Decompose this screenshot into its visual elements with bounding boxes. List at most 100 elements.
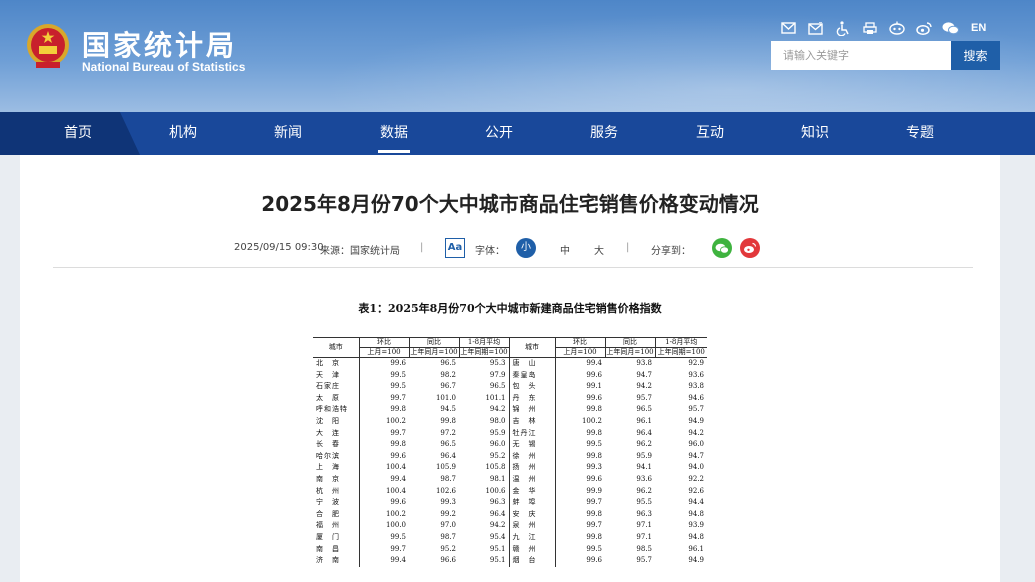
share-wechat-icon[interactable] — [712, 238, 732, 258]
index-cell: 99.7 — [358, 543, 409, 556]
city-cell: 宁 波 — [316, 498, 340, 507]
font-size-toggle[interactable]: Aa — [445, 238, 465, 258]
index-cell: 99.8 — [554, 508, 605, 521]
robot-icon[interactable] — [888, 20, 905, 36]
weibo-icon[interactable] — [915, 20, 932, 36]
col-subheader-mom: 上月=100 — [554, 347, 605, 358]
index-cell: 98.7 — [440, 474, 456, 483]
city-cell: 上 海 — [316, 463, 340, 472]
city-cell: 吉 林 — [508, 415, 555, 428]
print-icon[interactable] — [861, 20, 878, 36]
city-cell: 太 原 — [316, 393, 340, 402]
city-cell: 包 头 — [508, 381, 555, 393]
index-cell: 94.9 — [688, 416, 704, 425]
article-source: 来源：国家统计局 — [320, 246, 400, 257]
index-cell: 95.2 — [440, 544, 456, 553]
col-header-avg: 1-8月平均 — [458, 337, 509, 348]
index-cell: 99.6 — [554, 473, 605, 486]
publish-date: 2025/09/15 09:30 — [234, 242, 324, 253]
english-link[interactable]: EN — [971, 22, 986, 34]
national-emblem-icon[interactable] — [24, 22, 72, 72]
nav-item-topics[interactable]: 专题 — [890, 112, 950, 155]
index-cell: 94.8 — [688, 532, 704, 541]
index-cell: 99.7 — [358, 427, 409, 440]
index-cell: 99.3 — [554, 462, 605, 474]
header-toolbar: EN — [780, 20, 986, 36]
index-cell: 96.3 — [489, 498, 506, 507]
nav-item-public[interactable]: 公开 — [469, 112, 529, 155]
index-cell: 99.4 — [358, 473, 409, 486]
index-cell: 99.6 — [554, 555, 605, 567]
index-cell: 99.5 — [358, 369, 409, 382]
table-row: 宁 波 99.6 99.3 96.3 蚌 埠 99.7 95.5 94.4 — [313, 497, 707, 509]
col-subheader-yoy: 上年同月=100 — [604, 347, 655, 358]
index-cell: 95.5 — [636, 498, 652, 507]
meta-divider — [53, 267, 973, 268]
index-cell: 98.7 — [440, 532, 456, 541]
city-cell: 金 华 — [508, 485, 555, 498]
font-medium-button[interactable]: 中 — [560, 242, 570, 257]
index-cell: 99.6 — [358, 450, 409, 463]
index-cell: 93.9 — [688, 521, 704, 530]
index-cell: 95.3 — [489, 359, 506, 367]
nav-item-service[interactable]: 服务 — [574, 112, 634, 155]
index-cell: 99.8 — [554, 427, 605, 440]
city-cell: 济 南 — [316, 556, 340, 565]
table-row: 合 肥 100.2 99.2 96.4 安 庆 99.8 96.3 94.8 — [313, 508, 707, 521]
nav-item-news[interactable]: 新闻 — [258, 112, 318, 155]
index-cell: 97.1 — [636, 521, 652, 530]
city-cell: 南 昌 — [316, 544, 340, 553]
index-cell: 99.4 — [554, 357, 605, 370]
table-row: 济 南 99.4 96.6 95.1 烟 台 99.6 95.7 94.9 — [313, 555, 707, 567]
index-cell: 92.9 — [688, 359, 704, 367]
index-cell: 96.6 — [440, 556, 456, 565]
city-cell: 扬 州 — [508, 462, 555, 474]
search-input[interactable] — [771, 41, 951, 70]
table-row: 太 原 99.7 101.0 101.1 丹 东 99.6 95.7 94.6 — [313, 392, 707, 405]
index-cell: 95.2 — [489, 451, 506, 460]
mail-icon[interactable] — [780, 20, 797, 36]
index-cell: 98.5 — [636, 544, 652, 553]
index-cell: 96.0 — [489, 440, 506, 449]
accessibility-icon[interactable] — [834, 20, 851, 36]
city-cell: 牡丹江 — [508, 427, 555, 440]
index-cell: 100.0 — [358, 520, 409, 532]
index-cell: 99.4 — [358, 555, 409, 567]
index-cell: 96.2 — [636, 486, 652, 495]
nav-item-interaction[interactable]: 互动 — [680, 112, 740, 155]
index-cell: 99.5 — [554, 439, 605, 451]
share-weibo-icon[interactable] — [740, 238, 760, 258]
index-cell: 98.1 — [489, 474, 506, 483]
nav-item-home[interactable]: 首页 — [48, 112, 108, 155]
index-cell: 95.9 — [489, 428, 506, 437]
index-cell: 99.5 — [554, 543, 605, 556]
font-large-button[interactable]: 大 — [594, 242, 604, 257]
wechat-icon[interactable] — [942, 20, 959, 36]
col-header-mom: 环比 — [554, 337, 605, 348]
index-cell: 99.7 — [554, 520, 605, 532]
index-cell: 99.6 — [554, 392, 605, 405]
nav-item-data[interactable]: 数据 — [364, 112, 424, 155]
table-row: 大 连 99.7 97.2 95.9 牡丹江 99.8 96.4 94.2 — [313, 427, 707, 440]
index-cell: 99.2 — [440, 509, 456, 518]
city-cell: 石家庄 — [316, 382, 340, 391]
site-header: 国家统计局 National Bureau of Statistics EN 搜… — [0, 0, 1035, 112]
site-logo-english[interactable]: National Bureau of Statistics — [82, 60, 245, 74]
nav-item-organization[interactable]: 机构 — [153, 112, 213, 155]
index-cell: 97.1 — [636, 532, 652, 541]
index-cell: 99.6 — [358, 497, 409, 509]
city-cell: 沈 阳 — [316, 416, 340, 425]
site-logo-chinese[interactable]: 国家统计局 — [82, 24, 237, 64]
nav-item-knowledge[interactable]: 知识 — [785, 112, 845, 155]
mailbox-icon[interactable] — [807, 20, 824, 36]
index-cell: 99.8 — [554, 450, 605, 463]
index-cell: 99.5 — [358, 531, 409, 544]
table-row: 北 京 99.6 96.5 95.3 唐 山 99.4 93.8 92.9 — [313, 357, 707, 370]
index-cell: 94.6 — [688, 393, 704, 402]
share-label: 分享到： — [651, 246, 691, 257]
index-cell: 96.2 — [636, 440, 652, 449]
search-button[interactable]: 搜索 — [951, 41, 1000, 70]
font-small-button[interactable]: 小 — [516, 238, 536, 258]
table-row: 福 州 100.0 97.0 94.2 泉 州 99.7 97.1 93.9 — [313, 520, 707, 532]
table-row: 石家庄 99.5 96.7 96.5 包 头 99.1 94.2 93.8 — [313, 381, 707, 393]
